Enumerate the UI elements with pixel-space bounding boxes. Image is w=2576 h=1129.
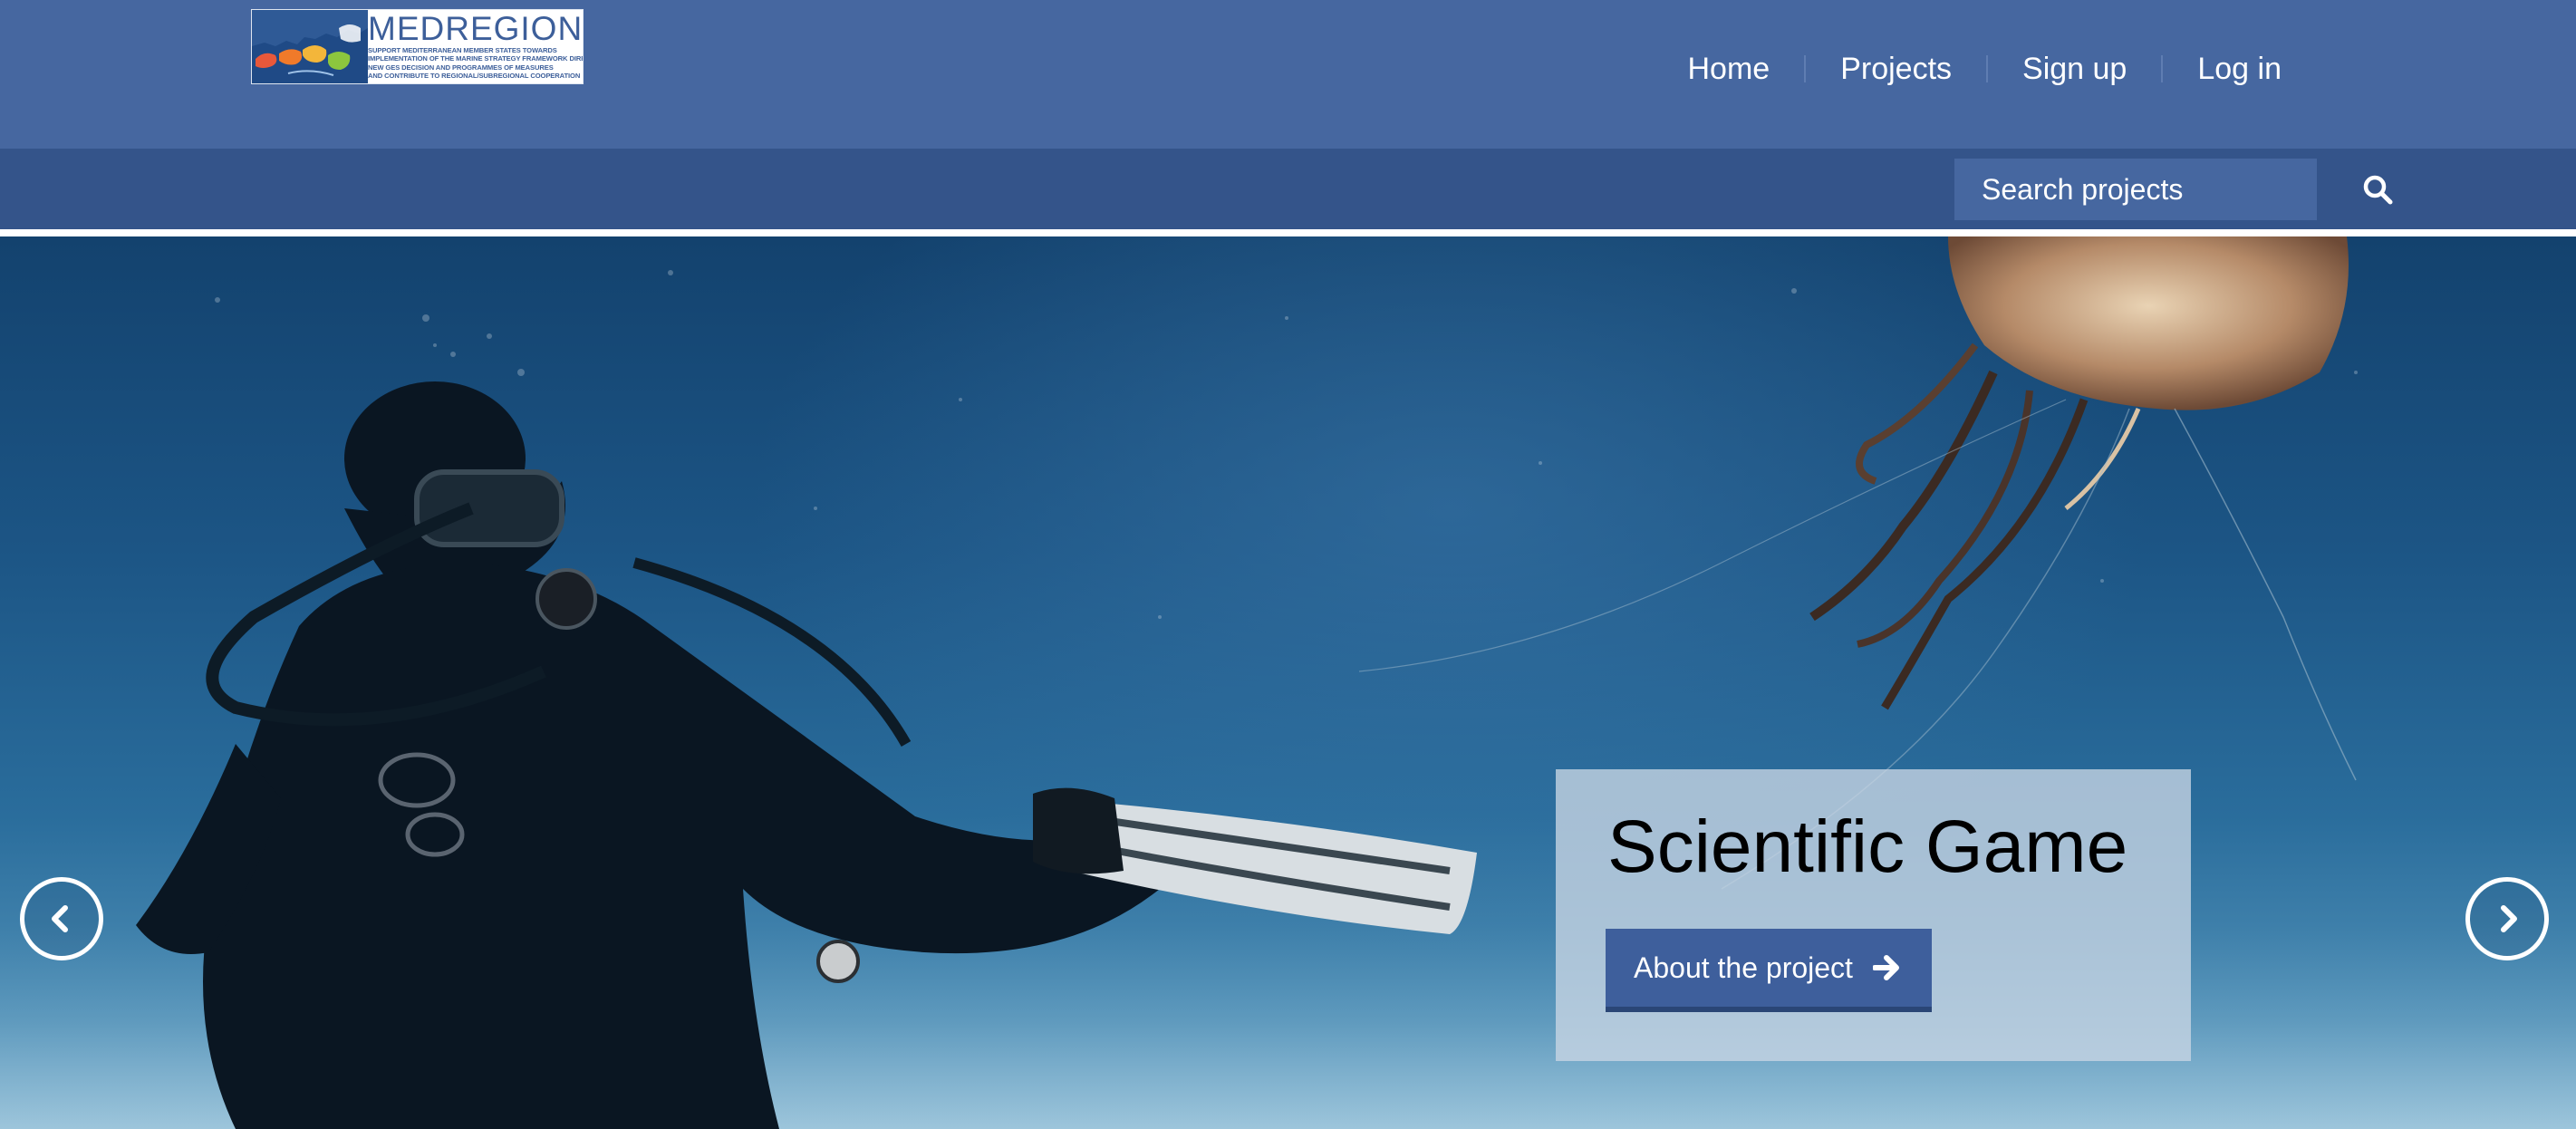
logo-subtitle-line: Support Mediterranean Member States towa…: [368, 46, 557, 54]
logo-map-graphic: [252, 10, 368, 83]
header-divider: [0, 229, 2576, 236]
chevron-right-icon: [2501, 905, 2517, 932]
medregion-logo[interactable]: MEDREGION Support Mediterranean Member S…: [251, 9, 584, 84]
nav-login-link[interactable]: Log in: [2163, 47, 2282, 91]
carousel-prev-button[interactable]: [20, 877, 103, 960]
search-input[interactable]: [1954, 159, 2362, 220]
about-project-label: About the project: [1634, 950, 1853, 984]
site-header: MEDREGION Support Mediterranean Member S…: [0, 0, 2576, 149]
nav-projects-link[interactable]: Projects: [1806, 47, 1986, 91]
carousel-next-button[interactable]: [2465, 877, 2549, 960]
nav-home-link[interactable]: Home: [1654, 47, 1805, 91]
logo-subtitle-line: implementation of the Marine Strategy Fr…: [368, 54, 584, 63]
logo-subtitle: Support Mediterranean Member States towa…: [368, 46, 584, 81]
search-button[interactable]: [2362, 159, 2393, 220]
hero-caption-panel: Scientific Game About the project: [1556, 769, 2191, 1061]
logo-subtitle-line: new GES decision and programmes of measu…: [368, 63, 554, 72]
hero-caption-title: Scientific Game: [1607, 806, 2128, 888]
chevron-left-icon: [52, 905, 68, 932]
logo-title: MEDREGION: [368, 10, 584, 47]
about-project-button[interactable]: About the project: [1606, 929, 1932, 1012]
search-icon: [2363, 175, 2393, 205]
nav-signup-link[interactable]: Sign up: [1988, 47, 2161, 91]
main-nav: Home Projects Sign up Log in: [1654, 47, 2282, 91]
logo-subtitle-line: and contribute to regional/subregional c…: [368, 72, 581, 81]
search-form: [1954, 159, 2393, 220]
arrow-right-icon: [1872, 955, 1900, 980]
